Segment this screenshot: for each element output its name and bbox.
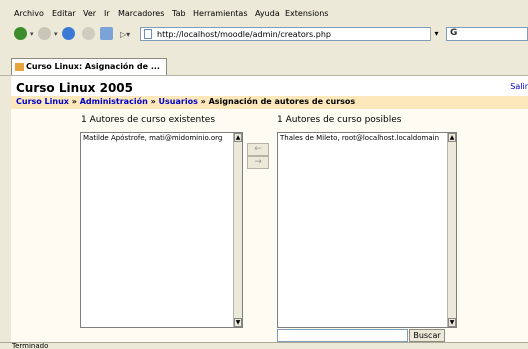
url-bar[interactable]: http://localhost/moodle/admin/creators.p…: [140, 27, 442, 41]
scrollbar[interactable]: ▲ ▼: [447, 133, 456, 327]
menu-tab[interactable]: Tab: [172, 9, 186, 18]
existing-authors-list[interactable]: Matilde Apóstrofe, mati@midominio.org ▲ …: [80, 132, 243, 328]
menu-ayuda[interactable]: Ayuda: [255, 9, 280, 18]
scrollbar[interactable]: ▲ ▼: [233, 133, 242, 327]
breadcrumb-link-course[interactable]: Curso Linux: [16, 97, 69, 106]
breadcrumb-current: Asignación de autores de cursos: [208, 97, 356, 106]
site-title: Curso Linux 2005: [16, 81, 133, 95]
home-icon[interactable]: [100, 27, 113, 40]
logout-link[interactable]: Salir: [510, 82, 528, 91]
status-text: Terminado: [12, 342, 49, 349]
tab-strip: Curso Linux: Asignación de ...: [0, 55, 528, 76]
menu-ir[interactable]: Ir: [104, 9, 110, 18]
list-item[interactable]: Matilde Apóstrofe, mati@midominio.org: [83, 134, 222, 142]
existing-authors-label: 1 Autores de curso existentes: [81, 115, 216, 125]
scroll-up-icon[interactable]: ▲: [234, 133, 242, 142]
potential-authors-list[interactable]: Thales de Mileto, root@localhost.localdo…: [277, 132, 457, 328]
scroll-down-icon[interactable]: ▼: [448, 318, 456, 327]
forward-icon[interactable]: [38, 27, 51, 40]
breadcrumb: Curso Linux » Administración » Usuarios …: [16, 97, 355, 106]
stop-icon[interactable]: [82, 27, 95, 40]
breadcrumb-bar: Curso Linux » Administración » Usuarios …: [11, 96, 528, 109]
reload-icon[interactable]: [62, 27, 75, 40]
search-bar[interactable]: G: [446, 27, 528, 41]
scroll-up-icon[interactable]: ▲: [448, 133, 456, 142]
page-content: Curso Linux 2005 Salir Curso Linux » Adm…: [11, 76, 528, 342]
menu-bar: Archivo Editar Ver Ir Marcadores Tab Her…: [0, 0, 528, 21]
back-dropdown-icon[interactable]: ▾: [30, 30, 34, 38]
breadcrumb-link-admin[interactable]: Administración: [80, 97, 148, 106]
menu-extensions[interactable]: Extensions: [285, 9, 328, 18]
menu-herramientas[interactable]: Herramientas: [193, 9, 248, 18]
scroll-down-icon[interactable]: ▼: [234, 318, 242, 327]
tab-title: Curso Linux: Asignación de ...: [26, 62, 160, 71]
go-icon[interactable]: ▷▾: [120, 30, 130, 39]
back-icon[interactable]: [14, 27, 27, 40]
list-item[interactable]: Thales de Mileto, root@localhost.localdo…: [280, 134, 439, 142]
moodle-icon: [15, 63, 24, 71]
google-icon: G: [450, 28, 458, 38]
search-button[interactable]: Buscar: [409, 329, 445, 342]
menu-marcadores[interactable]: Marcadores: [118, 9, 164, 18]
add-author-button[interactable]: ←: [247, 143, 269, 156]
menu-ver[interactable]: Ver: [83, 9, 96, 18]
forward-dropdown-icon[interactable]: ▾: [54, 30, 58, 38]
menu-archivo[interactable]: Archivo: [14, 9, 44, 18]
search-input[interactable]: [277, 329, 408, 342]
page-header: Curso Linux 2005 Salir: [11, 76, 528, 96]
menu-editar[interactable]: Editar: [52, 9, 76, 18]
tab-active[interactable]: Curso Linux: Asignación de ...: [11, 58, 167, 75]
url-text: http://localhost/moodle/admin/creators.p…: [157, 30, 331, 39]
potential-authors-label: 1 Autores de curso posibles: [277, 115, 402, 125]
breadcrumb-separator: »: [71, 97, 77, 106]
breadcrumb-separator: »: [150, 97, 156, 106]
breadcrumb-separator: »: [200, 97, 206, 106]
navigation-toolbar: ▾ ▾ ▷▾ http://localhost/moodle/admin/cre…: [0, 22, 528, 44]
breadcrumb-link-users[interactable]: Usuarios: [159, 97, 198, 106]
remove-author-button[interactable]: →: [247, 156, 269, 169]
page-icon: [144, 29, 152, 39]
url-dropdown-icon[interactable]: ▾: [430, 27, 442, 41]
